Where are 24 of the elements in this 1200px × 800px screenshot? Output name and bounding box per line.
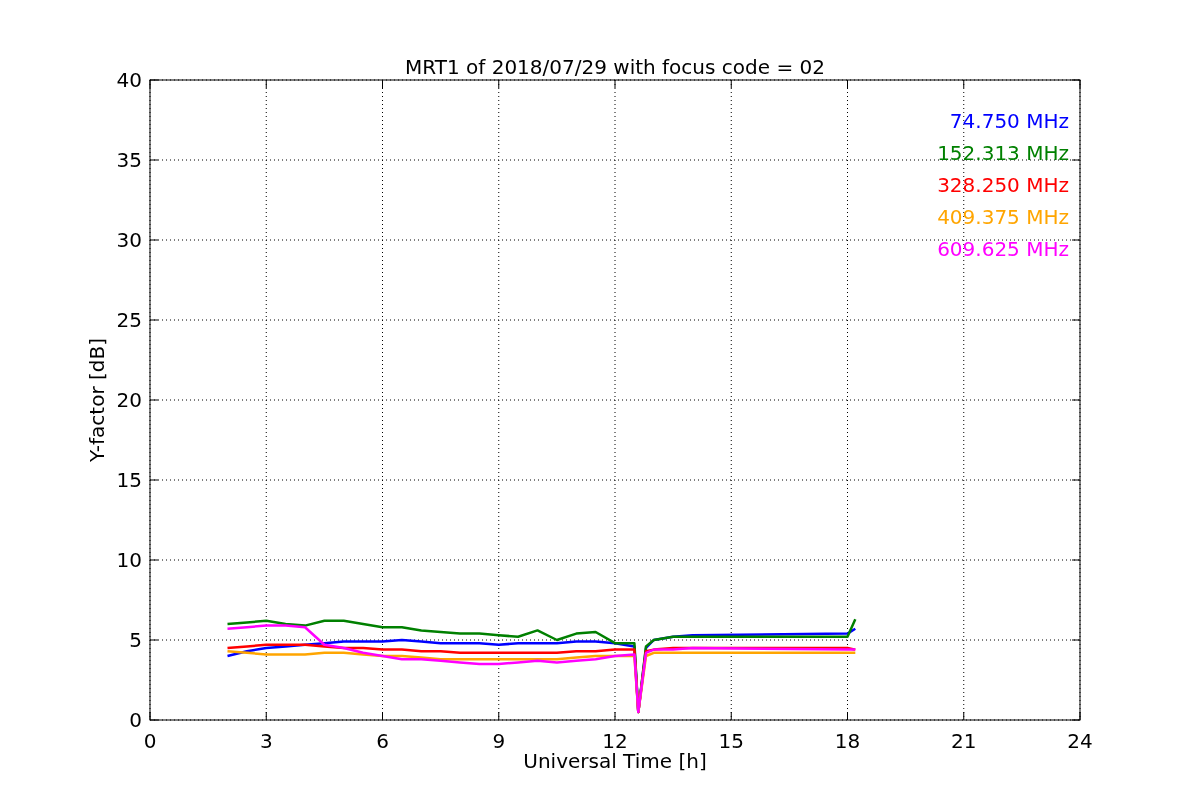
y-tick-label: 0 — [129, 708, 142, 732]
legend-label: 328.250 MHz — [937, 173, 1069, 197]
y-tick-label: 30 — [116, 228, 142, 252]
legend-label: 409.375 MHz — [937, 205, 1069, 229]
x-tick-label: 15 — [718, 729, 744, 753]
y-tick-label: 40 — [116, 68, 142, 92]
y-tick-label: 5 — [129, 628, 142, 652]
x-tick-label: 9 — [492, 729, 506, 753]
y-tick-label: 20 — [116, 388, 142, 412]
x-tick-label: 18 — [834, 729, 861, 753]
x-tick-label: 24 — [1067, 729, 1093, 753]
x-tick-label: 0 — [143, 729, 157, 753]
y-tick-label: 35 — [116, 148, 142, 172]
legend-label: 152.313 MHz — [937, 141, 1069, 165]
chart-title: MRT1 of 2018/07/29 with focus code = 02 — [405, 55, 825, 79]
y-tick-label: 25 — [116, 308, 142, 332]
legend-label: 74.750 MHz — [949, 109, 1069, 133]
x-tick-label: 21 — [951, 729, 977, 753]
legend-label: 609.625 MHz — [937, 237, 1069, 261]
y-axis-label: Y-factor [dB] — [85, 338, 109, 462]
x-tick-label: 3 — [259, 729, 273, 753]
y-tick-label: 15 — [116, 468, 142, 492]
y-tick-label: 10 — [116, 548, 142, 572]
x-tick-label: 6 — [376, 729, 389, 753]
